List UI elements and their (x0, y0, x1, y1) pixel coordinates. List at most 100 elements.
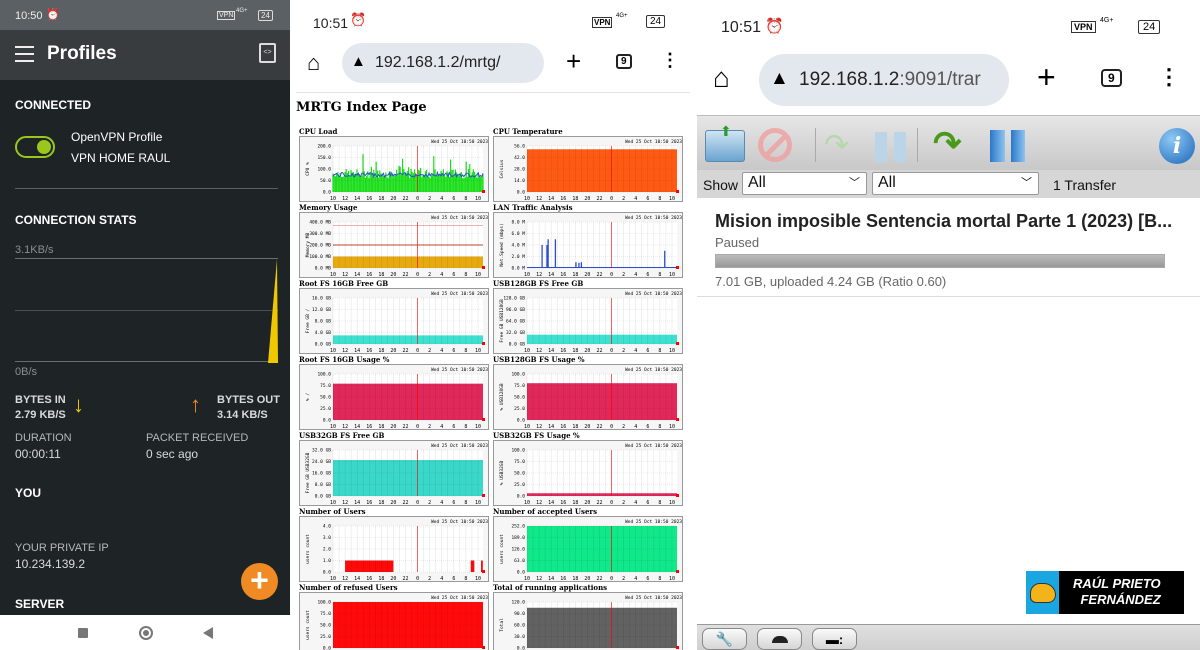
mrtg-graph[interactable]: USB32GB FS Usage % 10 12 14 16 18 20 22 0 2 4 6 8 10 0… (493, 431, 685, 506)
compact-view-button[interactable]: ▬: (812, 628, 857, 650)
graph-title: USB32GB FS Free GB (299, 431, 385, 440)
x-tick-label: 6 (452, 424, 455, 430)
x-tick-label: 16 (560, 424, 566, 430)
y-tick-label: 50.0 (320, 395, 331, 401)
x-tick-label: 12 (342, 348, 348, 354)
data-area (333, 256, 483, 268)
resume-all-button[interactable]: ↷ (933, 124, 962, 164)
now-marker (482, 570, 485, 573)
app-header: Profiles <> (0, 30, 290, 80)
mrtg-graph[interactable]: Root FS 16GB Usage % 10 12 14 16 18 20 22 0 2 4 6 8 1… (299, 355, 491, 430)
y-tick-label: 25.0 (320, 634, 331, 640)
x-tick-label: 10 (475, 500, 481, 506)
y-tick-label: 120.0 (511, 600, 525, 606)
remove-button[interactable] (758, 128, 792, 162)
home-icon[interactable]: ⌂ (307, 50, 320, 76)
x-tick-label: 6 (646, 196, 649, 202)
x-tick-label: 12 (342, 272, 348, 278)
mrtg-graph[interactable]: USB32GB FS Free GB 10 12 14 16 18 20 22 0 2 4 6 8 10 0… (299, 431, 491, 506)
mrtg-graph[interactable]: USB128GB FS Usage % 10 12 14 16 18 20 22 0 2 4 6 8 10… (493, 355, 685, 430)
x-tick-label: 4 (440, 348, 443, 354)
back-button[interactable] (203, 627, 213, 639)
import-profile-icon[interactable]: <> (259, 43, 276, 63)
add-profile-button[interactable]: + (241, 563, 278, 600)
home-icon[interactable]: ⌂ (713, 62, 730, 94)
mrtg-graph[interactable]: Number of Users 10 12 14 16 18 20 22 0 2 4 6 8 10 0.0 1… (299, 507, 491, 582)
menu-icon[interactable] (15, 46, 34, 62)
x-tick-label: 12 (342, 576, 348, 582)
home-button[interactable] (139, 626, 153, 640)
mrtg-graph[interactable]: CPU Temperature 10 12 14 16 18 20 22 0 2 4 6 8 10 0.0 1… (493, 127, 685, 202)
x-tick-label: 22 (402, 500, 408, 506)
turtle-mode-button[interactable] (757, 628, 802, 650)
graph-timestamp: Wed 25 Oct 10:50 2023 (625, 519, 682, 525)
x-tick-label: 16 (560, 272, 566, 278)
y-tick-label: 50.0 (320, 623, 331, 629)
tab-switcher-button[interactable]: 9 (616, 54, 632, 69)
battery-icon: 24 (1138, 20, 1161, 34)
status-filter-select[interactable]: All ﹀ (742, 172, 867, 195)
url-bar[interactable]: ▲ 192.168.1.2/mrtg/ (342, 43, 544, 83)
tab-switcher-button[interactable]: 9 (1101, 69, 1122, 87)
traffic-spike (268, 259, 278, 363)
y-tick-label: 42.0 (514, 155, 525, 161)
preferences-button[interactable]: 🔧 (702, 628, 747, 650)
more-menu-icon[interactable]: ⋮ (661, 50, 679, 71)
new-tab-button[interactable]: + (566, 46, 581, 77)
y-tick-label: 4.0 M (511, 243, 525, 249)
y-tick-label: 100.0 (317, 167, 331, 173)
y-tick-label: 63.0 (514, 558, 525, 564)
x-tick-label: 22 (596, 272, 602, 278)
mrtg-graph[interactable]: Total of running applications10121416182… (493, 583, 685, 650)
tracker-filter-select[interactable]: All ﹀ (872, 172, 1039, 195)
mrtg-graph[interactable]: LAN Traffic Analysis 10 12 14 16 18 20 22 0 2 4 6 8 1… (493, 203, 685, 278)
resume-button[interactable]: ↷ (824, 128, 849, 163)
mrtg-graph[interactable]: USB128GB FS Free GB 10 12 14 16 18 20 22 0 2 4 6 8 10… (493, 279, 685, 354)
mrtg-graph[interactable]: Number of refused Users10121416182022024… (299, 583, 491, 650)
y-tick-label: 6.0 M (511, 231, 525, 237)
open-torrent-button[interactable]: ⬆ (705, 123, 745, 162)
url-bar[interactable]: ▲ 192.168.1.2:9091/trar (759, 54, 1009, 106)
x-tick-label: 20 (390, 424, 396, 430)
pause-all-button[interactable] (990, 130, 1025, 162)
brain-icon (1026, 571, 1059, 614)
now-marker (676, 494, 679, 497)
alarm-icon: ⏰ (46, 9, 60, 21)
x-tick-label: 8 (464, 348, 467, 354)
x-tick-label: 22 (596, 500, 602, 506)
x-tick-label: 12 (342, 424, 348, 430)
pause-button[interactable] (875, 132, 906, 162)
nav-bar (0, 615, 290, 650)
watermark-line2: FERNÁNDEZ (1080, 592, 1161, 607)
warning-icon: ▲ (770, 68, 789, 89)
info-button[interactable]: i (1159, 128, 1195, 164)
y-tick-label: 8.0 M (511, 220, 525, 226)
x-tick-label: 10 (475, 424, 481, 430)
mrtg-graph[interactable]: Memory Usage 10 12 14 16 18 20 22 0 2 4 6 8 10 0.0 MB 1… (299, 203, 491, 278)
recents-button[interactable] (78, 628, 88, 638)
y-tick-label: 96.0 GB (506, 307, 525, 313)
more-menu-icon[interactable]: ⋮ (1158, 64, 1180, 90)
x-tick-label: 10 (524, 576, 530, 582)
x-tick-label: 6 (646, 576, 649, 582)
new-tab-button[interactable]: + (1037, 59, 1056, 96)
mrtg-graph[interactable]: Root FS 16GB Free GB 10 12 14 16 18 20 22 0 2 4 6 8 1… (299, 279, 491, 354)
x-tick-label: 6 (452, 500, 455, 506)
y-tick-label: 28.0 (514, 167, 525, 173)
y-tick-label: 8.0 GB (315, 319, 332, 325)
x-tick-label: 10 (524, 272, 530, 278)
url-text: 192.168.1.2/mrtg/ (375, 54, 501, 71)
y-tick-label: 200.0 MB (309, 243, 331, 249)
torrent-row[interactable]: Mision imposible Sentencia mortal Parte … (697, 198, 1200, 297)
mrtg-graph[interactable]: CPU Load 10 12 14 16 18 20 22 0 2 4 6 8 10 0.0 50.0 100.… (299, 127, 491, 202)
url-path: :9091/trar (899, 69, 981, 90)
profile-name[interactable]: OpenVPN Profile (71, 130, 162, 144)
x-tick-label: 0 (416, 348, 419, 354)
graph-timestamp: Wed 25 Oct 10:50 2023 (431, 215, 488, 221)
vpn-indicator: VPN (592, 17, 613, 28)
now-marker (482, 418, 485, 421)
x-tick-label: 10 (330, 196, 336, 202)
x-tick-label: 6 (646, 500, 649, 506)
mrtg-graph[interactable]: Number of accepted Users 10 12 14 16 18 20 22 0 2… (493, 507, 685, 582)
vpn-toggle[interactable] (15, 136, 55, 158)
